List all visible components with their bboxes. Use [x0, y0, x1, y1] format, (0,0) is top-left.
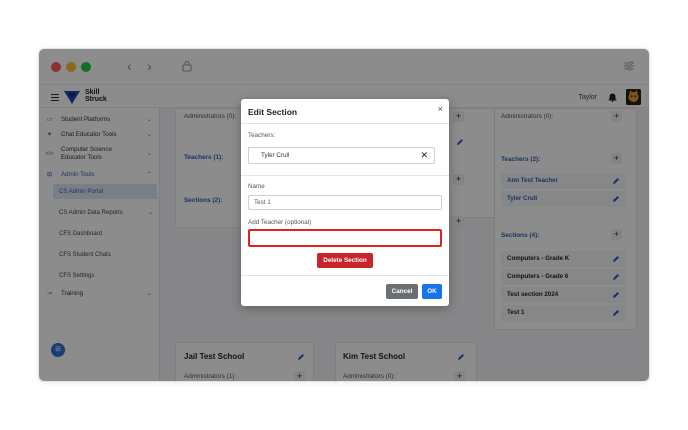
close-icon[interactable]: × [438, 104, 443, 114]
modal-title: Edit Section [248, 107, 298, 117]
name-label: Name [248, 183, 265, 190]
add-teacher-label: Add Teacher (optional) [248, 219, 312, 226]
section-name-input[interactable]: Test 1 [248, 195, 442, 210]
modal-divider [241, 123, 449, 124]
ok-button[interactable]: OK [422, 284, 442, 299]
modal-divider [241, 175, 449, 176]
browser-window: ‹ › Skill Struck Taylor ▭ Student Platfo… [38, 48, 650, 382]
teacher-chip-name: Tyler Crull [261, 152, 290, 159]
edit-section-modal: Edit Section × Teachers: Tyler Crull ✕ N… [241, 99, 449, 306]
modal-divider [241, 275, 449, 276]
remove-teacher-icon[interactable]: ✕ [420, 150, 428, 161]
teacher-chip: Tyler Crull ✕ [248, 147, 435, 164]
cancel-button[interactable]: Cancel [386, 284, 418, 299]
teachers-label: Teachers: [248, 132, 276, 139]
add-teacher-input[interactable] [248, 229, 442, 247]
delete-section-button[interactable]: Delete Section [317, 253, 373, 268]
